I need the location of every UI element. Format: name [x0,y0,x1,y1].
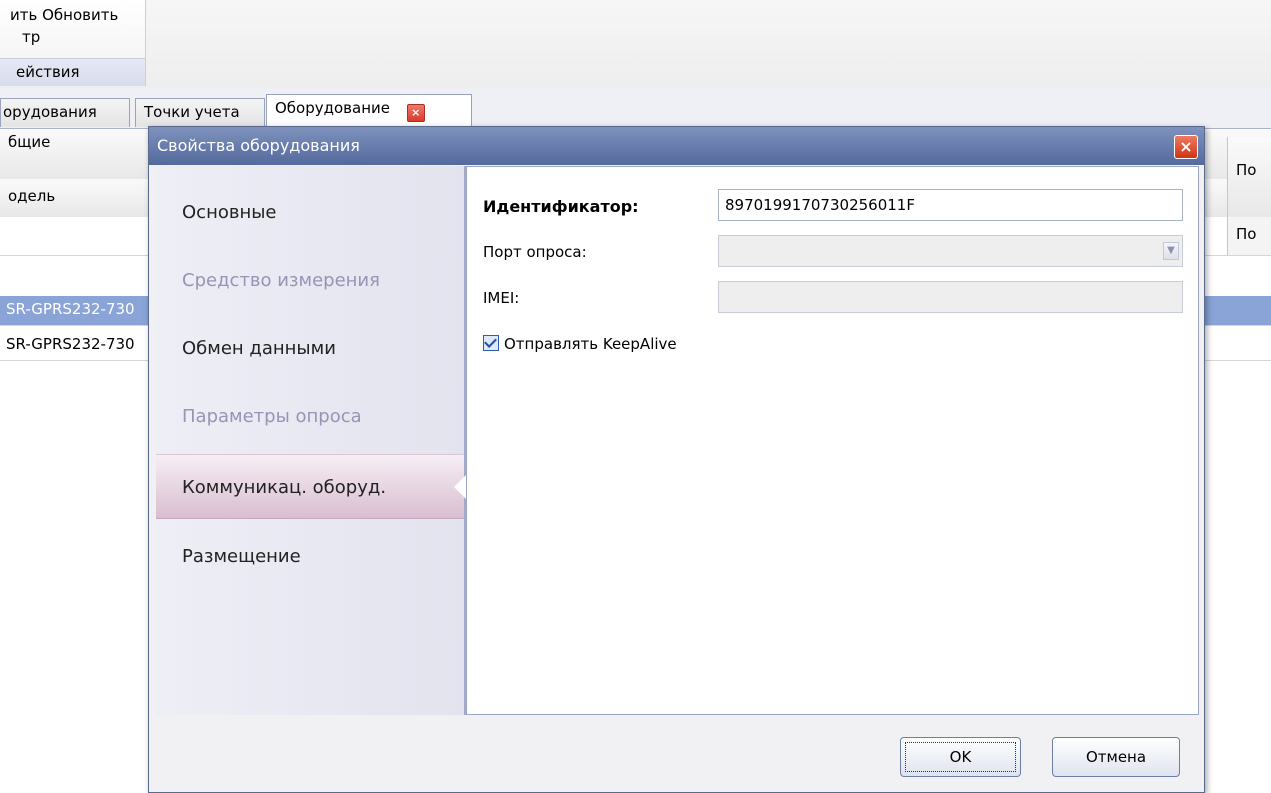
imei-label: IMEI: [483,289,520,307]
close-icon[interactable]: × [1174,135,1198,159]
cancel-button-label: Отмена [1085,748,1147,766]
nav-item-label: Обмен данными [182,338,336,359]
ribbon-group-actions: ить Обновить тр ействия [0,0,146,86]
nav-item-data-exchange[interactable]: Обмен данными [156,316,464,378]
dialog-titlebar[interactable]: Свойства оборудования × [149,127,1204,165]
nav-item-label: Коммуникац. оборуд. [182,477,387,498]
equipment-properties-dialog: Свойства оборудования × Основные Средств… [148,126,1205,793]
table-cell: SR-GPRS232-730 [6,335,135,353]
grid-header-label: бщие [8,133,51,151]
identifier-label: Идентификатор: [483,197,639,216]
cancel-button[interactable]: Отмена [1052,737,1180,777]
tab-label: Оборудование [275,99,390,117]
table-cell: SR-GPRS232-730 [6,300,135,318]
close-tab-icon[interactable]: × [406,104,425,122]
keepalive-checkbox[interactable] [483,335,499,351]
chevron-down-icon: ▼ [1163,242,1179,260]
grid-right-header-2: По [1227,217,1271,255]
ok-button[interactable]: OK [900,737,1021,777]
tab-label: Точки учета [144,103,240,121]
ribbon-group-caption: ействия [0,58,145,86]
nav-item-polling-parameters: Параметры опроса [156,384,464,446]
dialog-title: Свойства оборудования [157,136,360,155]
ribbon-refresh-button[interactable]: ить Обновить [10,6,118,24]
nav-item-label: Основные [182,202,277,223]
nav-item-placement[interactable]: Размещение [156,524,464,586]
tab-label: орудования [3,103,97,121]
identifier-field[interactable]: 8970199170730256011F [718,189,1183,221]
tab-metering-points[interactable]: Точки учета [135,98,265,127]
port-label: Порт опроса: [483,243,587,261]
keepalive-checkbox-row[interactable]: Отправлять KeepAlive [483,335,677,353]
nav-item-measuring-device: Средство измерения [156,248,464,310]
document-tabbar: орудования Точки учета Оборудование × [0,88,1271,129]
tab-equipment-list[interactable]: орудования [0,98,130,127]
ribbon-group-caption-label: ействия [16,63,80,81]
dialog-section-nav: Основные Средство измерения Обмен данным… [156,166,466,715]
keepalive-label: Отправлять KeepAlive [504,335,677,353]
dialog-content-panel: Идентификатор: 8970199170730256011F Порт… [466,166,1199,715]
ribbon-text-line: тр [22,28,41,46]
nav-item-label: Параметры опроса [182,406,362,427]
nav-item-general[interactable]: Основные [156,180,464,242]
imei-field [718,281,1183,313]
grid-right-header: По [1227,137,1271,217]
nav-item-label: Средство измерения [182,270,380,291]
grid-column-label: одель [8,187,56,205]
grid-right-header-label-2: По [1236,225,1257,243]
tab-equipment[interactable]: Оборудование × [266,94,472,128]
ok-button-label: OK [949,748,972,766]
ribbon: ить Обновить тр ействия [0,0,1271,89]
nav-item-label: Размещение [182,546,301,567]
nav-item-communication-equipment[interactable]: Коммуникац. оборуд. [156,454,466,519]
port-select: ▼ [718,235,1183,267]
grid-right-header-label: По [1236,161,1257,179]
